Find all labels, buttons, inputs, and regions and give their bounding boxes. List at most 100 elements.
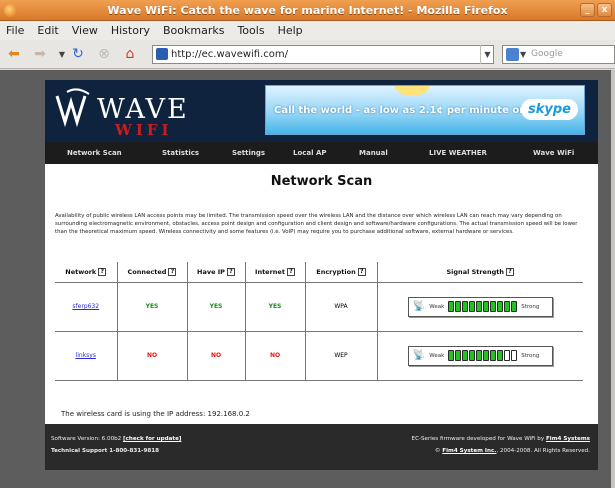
column-encryption: Encryption? [305,262,378,283]
help-icon[interactable]: ? [357,267,366,276]
have-ip-cell: YES [187,282,246,332]
signal-bar [448,301,455,312]
column-internet: Internet? [245,262,306,283]
signal-bar [504,301,511,312]
window-controls: _ x [580,3,612,17]
search-placeholder: Google [531,49,563,59]
engine-dropdown-icon[interactable]: ▼ [520,46,526,63]
signal-bar [511,350,518,361]
history-dropdown-icon[interactable]: ▼ [54,46,70,62]
signal-bar [469,350,476,361]
signal-bar [462,350,469,361]
menu-file[interactable]: File [6,24,24,37]
help-icon[interactable]: ? [505,267,514,276]
signal-bar [490,350,497,361]
reload-icon[interactable]: ↻ [70,46,86,62]
fim4-systems-link[interactable]: Fim4 Systems [546,436,590,442]
encryption-cell: WPA [305,282,378,332]
signal-strong-label: Strong [521,303,540,310]
fim4-system-inc-link[interactable]: Fim4 System Inc. [442,448,496,454]
url-bar[interactable]: http://ec.wavewifi.com/ [152,45,494,64]
signal-cell: 📡 Weak Strong [377,331,583,381]
signal-bar [511,301,518,312]
help-icon[interactable]: ? [98,267,107,276]
signal-bar [448,350,455,361]
page-heading: Network Scan [270,174,373,189]
web-page: WAVE WIFI Call the world - as low as 2.1… [45,80,598,470]
signal-weak-label: Weak [429,303,445,310]
antenna-icon: 📡 [412,301,426,312]
firmware-credit: EC-Series firmware developed for Wave Wi… [411,436,590,442]
window-title: Wave WiFi: Catch the wave for marine Int… [107,4,508,17]
close-button[interactable]: x [597,3,612,17]
internet-cell: NO [245,331,306,381]
nav-manual[interactable]: Manual [359,149,388,157]
help-icon[interactable]: ? [286,267,295,276]
network-scan-table: Network? Connected? Have IP? Internet? E… [55,262,583,381]
column-have-ip: Have IP? [187,262,246,283]
menu-tools[interactable]: Tools [237,24,264,37]
signal-bar [483,350,490,361]
signal-cell: 📡 Weak Strong [377,282,583,332]
minimize-button[interactable]: _ [580,3,595,17]
forward-icon[interactable]: ➡ [32,46,48,62]
network-cell: linksys [55,331,118,381]
signal-meter: 📡 Weak Strong [407,345,553,366]
help-icon[interactable]: ? [226,267,235,276]
home-icon[interactable]: ⌂ [122,46,138,62]
menu-history[interactable]: History [111,24,150,37]
nav-settings[interactable]: Settings [232,149,265,157]
stop-icon[interactable]: ⊗ [96,46,112,62]
nav-statistics[interactable]: Statistics [162,149,199,157]
signal-bars [448,301,518,312]
google-icon[interactable] [506,48,519,61]
nav-local-ap[interactable]: Local AP [293,149,327,157]
menu-help[interactable]: Help [278,24,303,37]
search-box[interactable]: ▼ Google [502,45,615,64]
antenna-icon: 📡 [412,350,426,361]
signal-bar [469,301,476,312]
connected-cell: NO [117,331,188,381]
signal-bar [462,301,469,312]
column-connected: Connected? [117,262,188,283]
menu-bar: File Edit View History Bookmarks Tools H… [0,21,615,40]
navigation-toolbar: ⬅ ➡ ▼ ↻ ⊗ ⌂ http://ec.wavewifi.com/ ▼ ▼ … [0,40,615,69]
signal-bar [455,350,462,361]
signal-meter: 📡 Weak Strong [407,296,553,317]
main-content: Network Scan Availability of public wire… [45,164,598,424]
wave-wifi-logo[interactable]: WAVE WIFI [55,88,187,139]
site-footer: Software Version: 6.00b2 [check for upda… [45,424,598,470]
nav-wave-wifi[interactable]: Wave WiFi [533,149,574,157]
menu-view[interactable]: View [72,24,98,37]
url-dropdown-icon[interactable]: ▼ [480,45,494,64]
signal-bar [455,301,462,312]
column-network: Network? [55,262,118,283]
signal-bar [483,301,490,312]
skype-logo: skype [521,99,578,120]
nav-network-scan[interactable]: Network Scan [67,149,122,157]
network-link[interactable]: linksys [76,352,96,359]
signal-bar [476,350,483,361]
software-version: Software Version: 6.00b2 [check for upda… [51,436,182,442]
vertical-scrollbar[interactable] [611,70,615,488]
menu-edit[interactable]: Edit [37,24,58,37]
table-header-row: Network? Connected? Have IP? Internet? E… [55,262,583,283]
window-titlebar: Wave WiFi: Catch the wave for marine Int… [0,0,615,21]
column-signal-strength: Signal Strength? [377,262,583,283]
network-link[interactable]: sferp632 [72,303,99,310]
nav-live-weather[interactable]: LIVE WEATHER [429,149,487,157]
site-banner: WAVE WIFI Call the world - as low as 2.1… [45,80,598,142]
signal-bar [497,350,504,361]
help-icon[interactable]: ? [168,267,177,276]
site-favicon-icon [156,48,168,60]
menu-bookmarks[interactable]: Bookmarks [163,24,224,37]
technical-support: Technical Support 1-800-831-9818 [51,448,160,454]
check-update-link[interactable]: [check for update] [123,436,181,442]
back-icon[interactable]: ⬅ [6,46,22,62]
skype-ad-banner[interactable]: Call the world - as low as 2.1¢ per minu… [265,85,585,135]
signal-weak-label: Weak [429,352,445,359]
signal-bars [448,350,518,361]
table-row: linksys NO NO NO WEP 📡 Weak Strong [55,331,583,381]
network-cell: sferp632 [55,282,118,332]
signal-strong-label: Strong [521,352,540,359]
